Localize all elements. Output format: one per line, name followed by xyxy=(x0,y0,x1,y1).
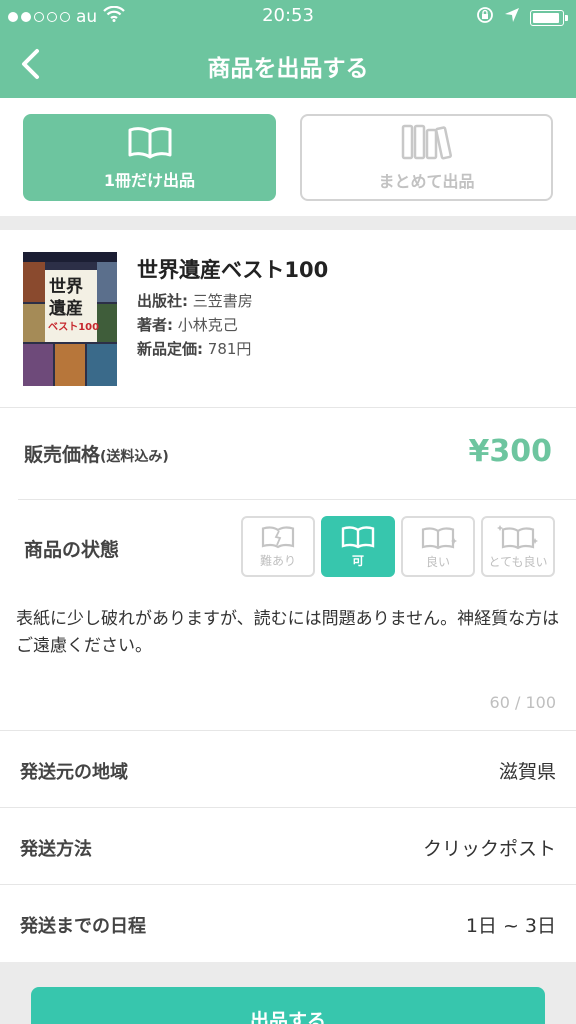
damaged-book-icon xyxy=(261,525,295,548)
author-value: 小林克己 xyxy=(177,316,238,334)
shipping-origin-label: 発送元の地域 xyxy=(20,762,128,783)
condition-option-label: とても良い xyxy=(488,554,548,569)
shipping-schedule-label: 発送までの日程 xyxy=(20,916,146,937)
status-icons xyxy=(476,6,568,29)
sparkle-book-icon xyxy=(497,524,538,549)
nav-bar: 商品を出品する xyxy=(0,32,576,98)
battery-icon xyxy=(530,9,568,26)
price-label-text: 販売価格 xyxy=(24,444,101,466)
sparkle-book-icon xyxy=(421,526,457,549)
price-value[interactable]: ¥300 xyxy=(469,434,553,469)
bulk-listing-button[interactable]: まとめて出品 xyxy=(300,114,553,201)
list-price-label: 新品定価: xyxy=(137,340,203,358)
books-stack-icon xyxy=(401,124,452,159)
page-title: 商品を出品する xyxy=(207,56,369,82)
shipping-method-value: クリックポスト xyxy=(422,838,556,860)
condition-option-label: 可 xyxy=(351,553,364,568)
condition-option-damaged[interactable]: 難あり xyxy=(241,516,315,577)
single-listing-button[interactable]: 1冊だけ出品 xyxy=(23,114,276,201)
condition-option-label: 良い xyxy=(425,554,450,569)
condition-option-label: 難あり xyxy=(259,553,296,568)
book-list-price: 新品定価: 781円 xyxy=(137,338,251,359)
publisher-value: 三笠書房 xyxy=(192,292,253,310)
shipping-origin-row[interactable]: 発送元の地域 滋賀県 xyxy=(0,730,576,807)
condition-option-good[interactable]: 良い xyxy=(401,516,475,577)
shipping-schedule-row[interactable]: 発送までの日程 1日 ~ 3日 xyxy=(0,884,576,962)
shipping-schedule-value: 1日 ~ 3日 xyxy=(465,915,556,937)
price-row[interactable]: 販売価格(送料込み) ¥300 xyxy=(18,408,576,500)
condition-option-very-good[interactable]: とても良い xyxy=(481,516,555,577)
bulk-listing-label: まとめて出品 xyxy=(378,171,475,191)
description-input[interactable]: 表紙に少し破れがありますが、読むには問題ありません。神経質な方はご遠慮ください。 xyxy=(16,606,562,660)
author-label: 著者: xyxy=(137,316,173,334)
book-cover-image: 世界 遺産 ベスト100 xyxy=(23,252,117,386)
condition-row: 商品の状態 難あり 可 良い とても良い xyxy=(0,500,576,592)
shipping-origin-value: 滋賀県 xyxy=(498,761,556,783)
app-header: au 20:53 商品を出品する xyxy=(0,0,576,98)
bottom-action-area: 出品する xyxy=(0,962,576,1024)
publisher-label: 出版社: xyxy=(137,292,188,310)
rotation-lock-icon xyxy=(476,6,494,29)
section-divider xyxy=(0,216,576,230)
condition-label: 商品の状態 xyxy=(24,539,120,561)
listing-mode-selector: 1冊だけ出品 まとめて出品 xyxy=(0,98,576,216)
book-info: 世界 遺産 ベスト100 世界遺産ベスト100 出版社: 三笠書房 著者: 小林… xyxy=(0,230,576,408)
book-title: 世界遺産ベスト100 xyxy=(137,258,329,282)
status-bar: au 20:53 xyxy=(0,0,576,32)
price-label: 販売価格(送料込み) xyxy=(24,440,169,467)
shipping-method-row[interactable]: 発送方法 クリックポスト xyxy=(0,807,576,884)
book-author: 著者: 小林克己 xyxy=(137,314,238,335)
single-listing-label: 1冊だけ出品 xyxy=(103,170,196,190)
location-arrow-icon xyxy=(504,7,520,28)
book-publisher: 出版社: 三笠書房 xyxy=(137,290,253,311)
shipping-method-label: 発送方法 xyxy=(20,839,92,860)
list-price-value: 781円 xyxy=(207,340,252,358)
cover-title-line2: 遺産 xyxy=(49,299,83,319)
open-book-icon xyxy=(341,525,375,548)
submit-listing-button[interactable]: 出品する xyxy=(31,987,545,1024)
open-book-icon xyxy=(128,126,171,158)
cover-title-line3: ベスト100 xyxy=(48,322,100,333)
description-char-count: 60 / 100 xyxy=(489,693,556,712)
condition-option-acceptable[interactable]: 可 xyxy=(321,516,395,577)
price-note: (送料込み) xyxy=(100,449,169,465)
